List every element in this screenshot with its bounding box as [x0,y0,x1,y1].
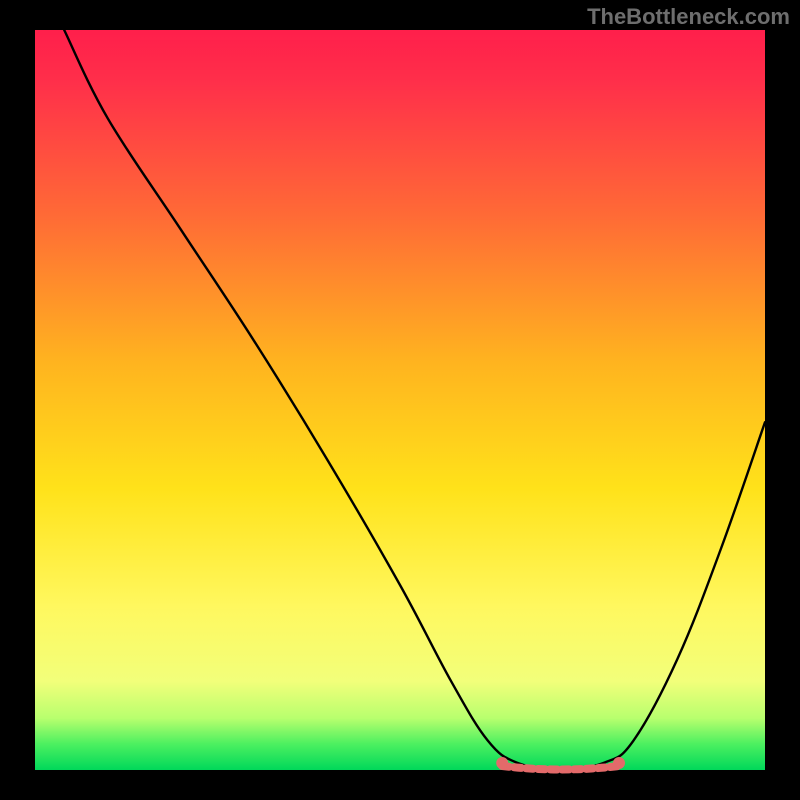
plot-area [35,30,765,770]
bottleneck-chart [0,0,800,800]
watermark-text: TheBottleneck.com [587,4,790,30]
chart-frame: { "watermark": "TheBottleneck.com", "cha… [0,0,800,800]
